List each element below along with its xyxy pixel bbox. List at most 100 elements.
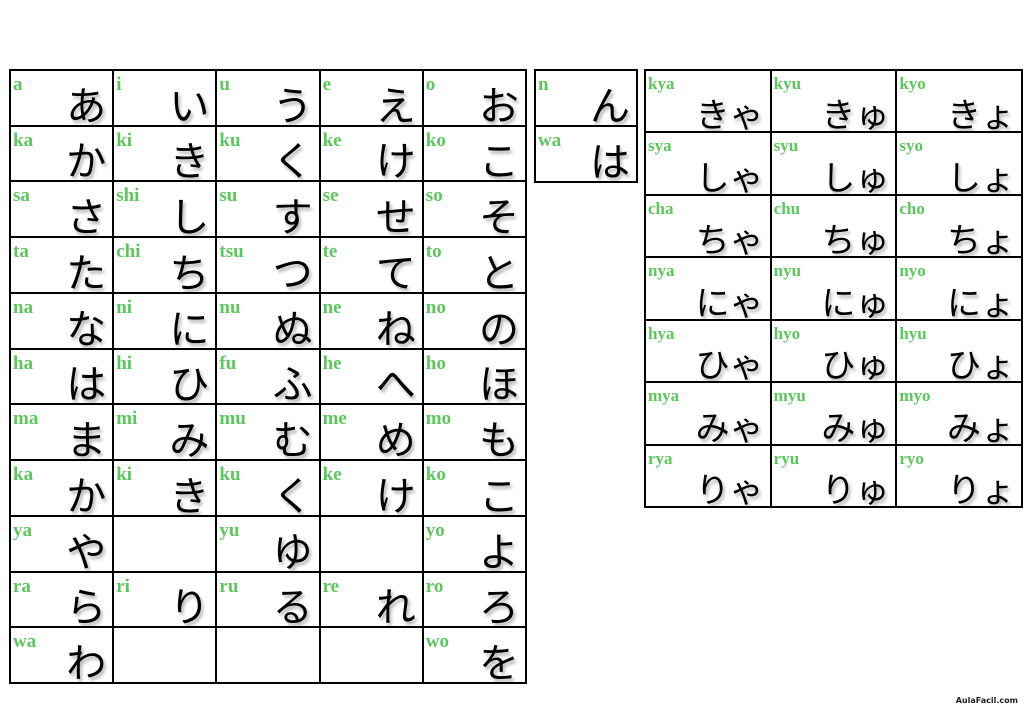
kana-character: か (66, 139, 107, 181)
kana-cell: hyu ひょ (897, 320, 1021, 382)
kana-character: け (375, 473, 416, 515)
romaji-label: ko (425, 464, 446, 486)
kana-cell: me め (320, 405, 422, 460)
kana-character: と (478, 250, 519, 292)
kana-character: ん (590, 84, 630, 125)
kana-character: ち (169, 250, 210, 292)
kana-character: て (375, 250, 416, 292)
kana-character: か (66, 473, 107, 515)
kana-character: れ (375, 585, 416, 627)
kana-character: な (66, 306, 107, 348)
kana-character: きょ (946, 96, 1015, 132)
romaji-label: ka (13, 129, 34, 151)
romaji-label: n (538, 74, 549, 95)
kana-character: き (169, 139, 210, 181)
romaji-label: yo (425, 519, 445, 541)
kana-cell: mo も (423, 405, 525, 460)
kana-cell: kya きゃ (646, 71, 770, 132)
kana-cell: sya しゃ (646, 133, 770, 194)
kana-cell: ho ほ (423, 349, 525, 404)
romaji-label: myu (773, 386, 806, 406)
kana-cell: cho ちょ (897, 195, 1021, 257)
romaji-label: te (322, 241, 338, 263)
kana-cell: eえ (320, 71, 422, 125)
kana-character: き (169, 473, 210, 515)
romaji-label: me (322, 408, 347, 430)
romaji-label: ki (116, 464, 133, 486)
kana-cell: no の (423, 293, 525, 348)
kana-cell: re れ (320, 572, 422, 627)
kana-cell (217, 628, 319, 682)
kana-cell: nyo にょ (897, 258, 1021, 319)
kana-character: を (478, 640, 519, 682)
kana-character: た (66, 250, 107, 292)
romaji-label: ma (13, 408, 39, 430)
kana-character: り (169, 585, 210, 627)
kana-character: い (169, 83, 210, 125)
romaji-label: fu (219, 352, 237, 374)
romaji-label: ya (13, 519, 32, 541)
romaji-label: na (13, 296, 34, 318)
kana-cell: ka か (11, 461, 113, 515)
kana-cell: ha は (11, 349, 113, 404)
kana-character: く (272, 473, 313, 515)
kana-character: さ (66, 195, 107, 237)
romaji-label: se (322, 185, 339, 207)
romaji-label: ha (13, 352, 34, 374)
romaji-label: re (322, 575, 340, 597)
kana-cell: ku く (217, 461, 319, 515)
kana-cell: wa わ (11, 628, 113, 682)
kana-cell: chi ち (114, 238, 216, 292)
kana-cell: he へ (320, 349, 422, 404)
kana-cell: so そ (423, 182, 525, 237)
romaji-label: kya (648, 74, 675, 93)
romaji-label: syo (899, 136, 923, 156)
kana-character: ひゅ (821, 346, 890, 382)
kana-cell: sa さ (11, 182, 113, 237)
romaji-label: ri (116, 575, 130, 597)
kana-cell: su す (217, 182, 319, 237)
romaji-label: yu (219, 519, 240, 541)
romaji-label: ryo (899, 448, 924, 468)
kana-character: む (272, 418, 313, 460)
kana-cell: yu ゆ (217, 516, 319, 571)
kana-character: や (66, 529, 107, 571)
romaji-label: nyo (899, 261, 926, 281)
romaji-label: myo (899, 386, 931, 406)
kana-character: きゃ (695, 96, 764, 132)
kana-character: にょ (946, 283, 1015, 319)
kana-character: りゃ (695, 470, 764, 506)
romaji-label: a (13, 74, 23, 95)
romaji-label: ke (322, 464, 342, 486)
hiragana-combination-table: kya きゃ kyu きゅ kyo きょ sya しゃ syu しゅ syo しょ cha ちゃ chu ちゅ… (644, 69, 1023, 508)
kana-character: ろ (478, 585, 519, 627)
kana-cell: iい (114, 71, 216, 125)
romaji-label: cha (648, 198, 674, 218)
kana-cell: to と (423, 238, 525, 292)
romaji-label: o (425, 74, 436, 95)
kana-cell: mi み (114, 405, 216, 460)
romaji-label: nyu (773, 261, 802, 281)
hiragana-main-table: a あ i い u う e え o お ka か ki き ku く ke け ko こ sa さ shi し su す se せ so… (9, 69, 527, 684)
romaji-label: mu (219, 408, 246, 430)
kana-character: きゅ (821, 96, 890, 132)
romaji-label: ho (425, 352, 446, 374)
kana-character: へ (375, 362, 416, 404)
kana-character: わ (66, 640, 107, 682)
kana-character: ま (66, 418, 107, 460)
kana-character: あ (66, 83, 107, 125)
kana-cell: cha ちゃ (646, 195, 770, 257)
kana-cell: na な (11, 293, 113, 348)
watermark: AulaFacil.com (955, 696, 1018, 705)
romaji-label: ryu (773, 448, 800, 468)
romaji-label: hyo (773, 323, 801, 343)
romaji-label: hi (116, 352, 133, 374)
romaji-label: syu (773, 136, 799, 156)
kana-character: ひょ (946, 346, 1015, 382)
romaji-label: rya (648, 448, 673, 468)
kana-character: ひ (169, 362, 210, 404)
kana-character: こ (478, 473, 519, 515)
kana-character: ね (375, 306, 416, 348)
kana-cell: wa は (536, 127, 636, 181)
romaji-label: ni (116, 296, 133, 318)
